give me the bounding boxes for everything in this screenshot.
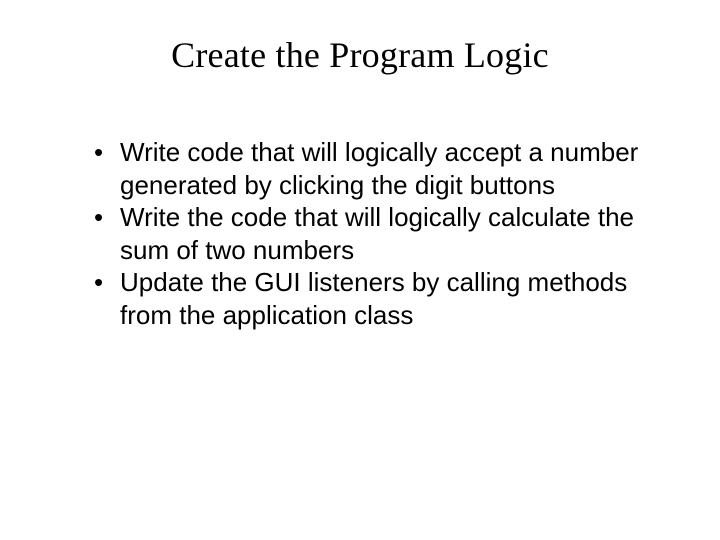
list-item: Update the GUI listeners by calling meth… [90, 266, 640, 331]
list-item: Write the code that will logically calcu… [90, 201, 640, 266]
slide-title: Create the Program Logic [60, 34, 660, 76]
slide-content: Write code that will logically accept a … [60, 136, 660, 331]
bullet-list: Write code that will logically accept a … [90, 136, 640, 331]
slide-container: Create the Program Logic Write code that… [0, 0, 720, 540]
list-item: Write code that will logically accept a … [90, 136, 640, 201]
